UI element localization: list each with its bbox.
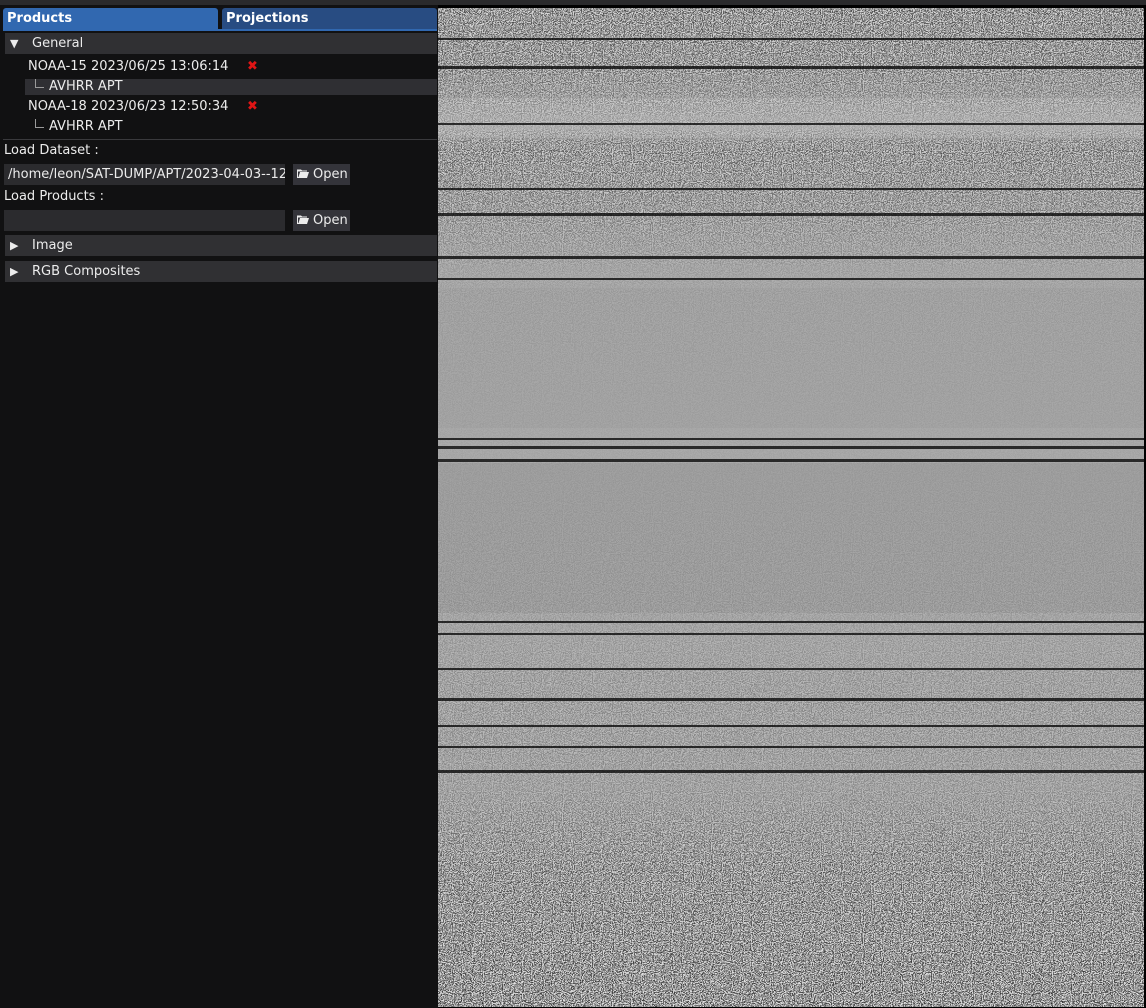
image-viewer[interactable] [438, 5, 1146, 1008]
product-child-label: AVHRR APT [49, 79, 123, 94]
rgb-composites-header[interactable]: ▶ RGB Composites [5, 261, 437, 282]
product-child-noaa18-avhrr[interactable]: AVHRR APT [25, 119, 437, 135]
tab-projections[interactable]: Projections [222, 8, 437, 29]
rgb-composites-header-label: RGB Composites [32, 264, 141, 279]
tree-branch-icon [35, 79, 44, 88]
product-item-noaa18[interactable]: NOAA-18 2023/06/23 12:50:34 [28, 98, 258, 116]
image-header[interactable]: ▶ Image [5, 235, 437, 256]
triangle-right-icon: ▶ [10, 239, 19, 252]
separator [3, 139, 437, 140]
product-name: NOAA-18 2023/06/23 12:50:34 [28, 99, 229, 114]
product-item-noaa15[interactable]: NOAA-15 2023/06/25 13:06:14 [28, 58, 258, 76]
product-name: NOAA-15 2023/06/25 13:06:14 [28, 59, 229, 74]
satellite-image [438, 8, 1144, 1007]
load-dataset-open-button[interactable]: Open [293, 164, 350, 185]
load-products-open-button[interactable]: Open [293, 210, 350, 231]
load-products-label: Load Products : [4, 189, 104, 204]
triangle-right-icon: ▶ [10, 265, 19, 278]
folder-open-icon [297, 215, 309, 224]
load-dataset-input[interactable]: /home/leon/SAT-DUMP/APT/2023-04-03--12 [4, 164, 285, 185]
product-child-noaa15-avhrr[interactable]: AVHRR APT [25, 79, 437, 95]
tree-branch-icon [35, 119, 44, 128]
x-mark-icon[interactable]: ✖ [247, 98, 258, 116]
general-header[interactable]: ▼ General [5, 33, 437, 54]
folder-open-icon [297, 169, 309, 178]
image-header-label: Image [32, 238, 73, 253]
open-button-label: Open [313, 213, 348, 228]
tab-underline [3, 29, 437, 31]
load-products-input[interactable] [4, 210, 285, 231]
load-dataset-label: Load Dataset : [4, 143, 99, 158]
x-mark-icon[interactable]: ✖ [247, 58, 258, 76]
tab-products[interactable]: Products [3, 8, 218, 29]
product-child-label: AVHRR APT [49, 119, 123, 134]
open-button-label: Open [313, 167, 348, 182]
general-header-label: General [32, 36, 84, 51]
products-panel: Products Projections ▼ General NOAA-15 2… [0, 5, 438, 1008]
triangle-down-icon: ▼ [10, 37, 19, 50]
avhrr-apt-image [438, 8, 1144, 1007]
